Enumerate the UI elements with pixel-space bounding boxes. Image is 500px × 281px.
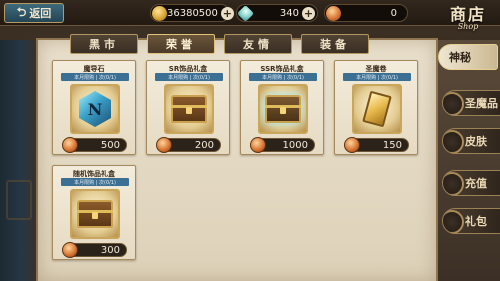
price-value: 200	[194, 139, 214, 151]
honor-counter: 0	[324, 4, 408, 22]
side-menu-skins[interactable]: 皮肤	[442, 128, 500, 154]
gem-icon	[237, 4, 254, 22]
shop-item-card[interactable]: 魔导石 本月限购 | 次(0/1) N 500	[52, 60, 136, 155]
add-gold-button[interactable]: +	[220, 6, 234, 20]
item-price[interactable]: 150	[344, 137, 409, 153]
side-menu-gift-pack[interactable]: 礼包	[442, 208, 500, 234]
honor-coin-icon	[250, 137, 266, 153]
item-limit: 本月限购 | 次(0/1)	[249, 73, 317, 81]
item-icon-frame	[352, 84, 402, 134]
side-menu-label: 圣魔品	[465, 97, 498, 110]
shop-title-en: Shop	[457, 22, 479, 31]
price-value: 300	[100, 244, 120, 256]
honor-value: 0	[390, 7, 397, 19]
tab-honor[interactable]: 荣誉	[147, 34, 215, 54]
item-limit: 本月限购 | 次(0/1)	[343, 73, 411, 81]
honor-coin-icon	[326, 5, 341, 21]
honor-coin-icon	[344, 137, 360, 153]
left-decor-panel	[0, 40, 40, 281]
shop-title: 商店 Shop	[440, 1, 496, 33]
price-value: 500	[100, 139, 120, 151]
chest-icon	[171, 95, 207, 123]
chest-icon	[77, 200, 113, 228]
item-limit: 本月限购 | 次(0/1)	[61, 178, 129, 186]
honor-coin-icon	[62, 137, 78, 153]
back-label: 返回	[29, 7, 52, 20]
gem-value: 340	[279, 7, 299, 19]
side-menu-label: 皮肤	[465, 135, 487, 148]
add-gem-button[interactable]: +	[302, 6, 315, 20]
gold-value: 36380500	[167, 7, 218, 19]
item-price[interactable]: 300	[62, 242, 127, 258]
item-icon-frame	[164, 84, 214, 134]
right-decor-panel	[430, 40, 500, 281]
top-bar: ⮌ 返回 36380500 + 340 + 0	[0, 0, 500, 26]
item-price[interactable]: 1000	[250, 137, 315, 153]
tab-black-market[interactable]: 黑市	[70, 34, 138, 54]
item-price[interactable]: 500	[62, 137, 127, 153]
gem-counter: 340 +	[236, 4, 318, 22]
shop-item-card[interactable]: 随机饰品礼盒 本月限购 | 次(0/1) 300	[52, 165, 136, 260]
side-menu-label: 神秘	[449, 51, 471, 64]
decor-frame	[6, 180, 32, 220]
side-menu-mystery[interactable]: 神秘	[438, 44, 498, 70]
shop-item-card[interactable]: SR饰品礼盒 本月限购 | 次(0/1) 200	[146, 60, 230, 155]
shop-tabs: 黑市 荣誉 友情 装备	[70, 34, 369, 54]
item-price[interactable]: 200	[156, 137, 221, 153]
gold-coin-icon	[152, 5, 167, 21]
side-menu-label: 礼包	[465, 215, 487, 228]
price-value: 150	[382, 139, 402, 151]
item-icon-frame	[258, 84, 308, 134]
gold-counter: 36380500 +	[150, 4, 234, 22]
tab-equipment[interactable]: 装备	[301, 34, 369, 54]
honor-coin-icon	[156, 137, 172, 153]
side-menu-label: 充值	[465, 177, 487, 190]
item-limit: 本月限购 | 次(0/1)	[61, 73, 129, 81]
shop-item-card[interactable]: 圣魔卷 本月限购 | 次(0/1) 150	[334, 60, 418, 155]
back-button[interactable]: ⮌ 返回	[4, 3, 64, 23]
crystal-icon: N	[79, 91, 111, 127]
ticket-icon	[362, 90, 392, 128]
side-menu-holy-items[interactable]: 圣魔品	[442, 90, 500, 116]
price-value: 1000	[282, 139, 308, 151]
back-arrow-icon: ⮌	[16, 4, 27, 19]
tab-friendship[interactable]: 友情	[224, 34, 292, 54]
side-menu-recharge[interactable]: 充值	[442, 170, 500, 196]
item-icon-frame	[70, 189, 120, 239]
shop-item-card[interactable]: SSR饰品礼盒 本月限购 | 次(0/1) 1000	[240, 60, 324, 155]
item-icon-frame: N	[70, 84, 120, 134]
item-limit: 本月限购 | 次(0/1)	[155, 73, 223, 81]
chest-icon	[265, 95, 301, 123]
honor-coin-icon	[62, 242, 78, 258]
